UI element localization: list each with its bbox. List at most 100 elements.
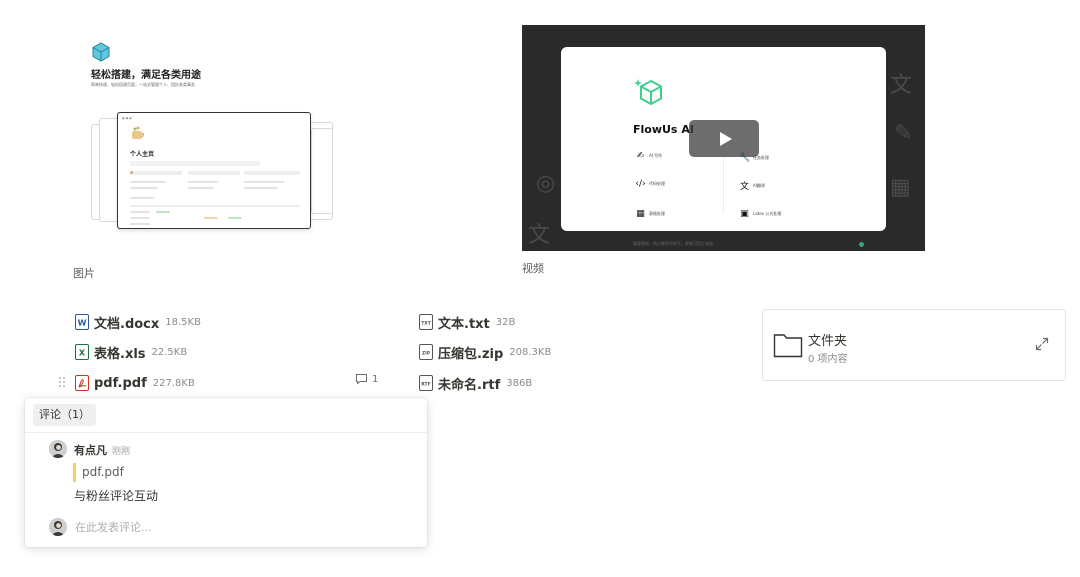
video-card-footer: 重要更新：防止最写作助手，更新可用工具链 xyxy=(633,241,713,246)
preview-col-1 xyxy=(130,171,182,175)
file-name: 文本.txt xyxy=(438,316,490,332)
avatar[interactable] xyxy=(49,440,67,458)
comment-author: 有点凡 xyxy=(74,444,107,457)
pdf-file-icon xyxy=(75,375,89,391)
rtf-file-icon: RTF xyxy=(419,375,433,391)
feature-latex: ▣ Latex 公式处理 xyxy=(739,209,781,219)
folder-icon xyxy=(773,334,803,358)
folder-item-count: 0 项内容 xyxy=(808,354,848,365)
preview-line xyxy=(156,211,170,213)
file-name: 压缩包.zip xyxy=(438,346,504,362)
comment-count-button[interactable]: 1 xyxy=(355,373,378,385)
comment-input[interactable] xyxy=(75,518,415,536)
feature-translate: 文 AI翻译 xyxy=(739,179,765,192)
file-zip[interactable]: ZIP 压缩包.zip 208.3KB xyxy=(419,342,551,362)
video-caption: 视频 xyxy=(522,262,544,275)
preview-dot xyxy=(130,171,133,174)
preview-window-main: ● ● ● 个人主页 xyxy=(117,112,311,229)
feature-label: 表格处理 xyxy=(649,211,665,216)
comment-count: 1 xyxy=(372,373,379,385)
comment-icon xyxy=(356,374,367,385)
file-xls[interactable]: X 表格.xls 22.5KB xyxy=(75,342,187,362)
comments-panel: 评论（1） 有点凡 刚刚 pdf.pdf 与粉丝评论互动 xyxy=(25,398,427,547)
grid-bg-icon: ▦ xyxy=(890,175,911,200)
file-size: 208.3KB xyxy=(509,346,552,358)
file-rtf[interactable]: RTF 未命名.rtf 386B xyxy=(419,373,532,393)
svg-text:X: X xyxy=(79,349,86,358)
preview-col-3 xyxy=(244,171,300,175)
comments-tab[interactable]: 评论（1） xyxy=(33,404,96,426)
preview-line xyxy=(130,205,300,207)
image-block[interactable]: 轻松搭建，满足各类用途 简单快速、轻松搭建页面，一站式管理个人、团队各类事务 ●… xyxy=(73,26,363,280)
feature-table: ▦ 表格处理 xyxy=(635,209,665,219)
file-size: 22.5KB xyxy=(151,346,188,358)
feature-code: ‹/› 代码处理 xyxy=(635,179,665,189)
table-icon: ▦ xyxy=(636,209,645,219)
preview-line xyxy=(228,217,242,219)
comment-text: 与粉丝评论互动 xyxy=(74,489,159,503)
expand-icon[interactable] xyxy=(1035,337,1049,351)
file-name: 表格.xls xyxy=(94,346,146,362)
file-name: pdf.pdf xyxy=(94,375,147,391)
feature-label: 代码处理 xyxy=(649,181,665,186)
svg-text:ZIP: ZIP xyxy=(422,351,431,357)
preview-line xyxy=(188,187,214,189)
preview-line xyxy=(204,217,218,219)
globe-bg-icon: ◎ xyxy=(536,171,556,196)
comments-divider xyxy=(25,432,427,433)
feature-label: AI 写作 xyxy=(649,153,663,158)
preview-note-bar xyxy=(130,161,260,166)
preview-window-back-right-2 xyxy=(311,128,333,214)
status-dot xyxy=(859,242,864,247)
user-avatar-icon xyxy=(49,518,67,536)
svg-text:RTF: RTF xyxy=(421,382,430,388)
video-card-title: FlowUs AI xyxy=(633,123,694,136)
preview-col-2 xyxy=(188,171,240,175)
user-avatar-icon xyxy=(49,440,67,458)
quote-bar xyxy=(73,463,76,482)
teacup-icon xyxy=(132,126,144,139)
feature-label: Latex 公式处理 xyxy=(753,211,782,216)
preview-window-dots: ● ● ● xyxy=(122,116,132,120)
svg-text:TXT: TXT xyxy=(421,321,432,327)
drag-handle-icon[interactable] xyxy=(58,376,66,388)
file-txt[interactable]: TXT 文本.txt 32B xyxy=(419,312,515,332)
feature-ai-writing: ✍ AI 写作 xyxy=(635,151,662,161)
preview-line xyxy=(188,181,218,183)
preview-line xyxy=(130,217,150,219)
flowus-cube-logo-icon xyxy=(634,79,662,106)
feature-label: AI翻译 xyxy=(753,182,765,188)
file-size: 32B xyxy=(495,316,516,328)
translate-bg-icon: 文 xyxy=(890,73,913,98)
svg-text:W: W xyxy=(78,319,87,328)
formula-icon: ▣ xyxy=(740,209,749,219)
word-file-icon: W xyxy=(75,314,89,330)
folder-name: 文件夹 xyxy=(808,334,848,349)
file-docx[interactable]: W 文档.docx 18.5KB xyxy=(75,312,201,332)
file-pdf[interactable]: pdf.pdf 227.8KB xyxy=(75,373,195,393)
preview-page-title: 个人主页 xyxy=(130,151,155,158)
edit-icon: ✍ xyxy=(636,151,645,161)
video-block[interactable]: 文 文 ◎ ▦ ✎ FlowUs AI ✍ AI 写作 🔧 任务处理 ‹/› 代… xyxy=(522,25,925,251)
comment-quote: pdf.pdf xyxy=(82,465,124,479)
file-name: 未命名.rtf xyxy=(438,377,501,393)
zip-file-icon: ZIP xyxy=(419,344,433,360)
translate-bg-icon: 文 xyxy=(528,223,551,248)
preview-line xyxy=(244,187,278,189)
file-size: 386B xyxy=(506,377,533,389)
comment-time: 刚刚 xyxy=(112,447,131,457)
play-button[interactable] xyxy=(689,120,759,157)
file-size: 227.8KB xyxy=(152,377,195,389)
preview-title: 轻松搭建，满足各类用途 xyxy=(91,70,201,81)
folder-card[interactable]: 文件夹 0 项内容 xyxy=(762,309,1066,381)
image-caption: 图片 xyxy=(73,267,95,280)
preview-line xyxy=(130,211,150,213)
file-size: 18.5KB xyxy=(165,316,201,328)
preview-line xyxy=(130,223,150,225)
avatar xyxy=(49,518,67,536)
cube-logo-icon xyxy=(92,42,110,62)
file-name: 文档.docx xyxy=(94,316,160,332)
preview-line xyxy=(130,187,158,189)
play-icon xyxy=(719,131,732,146)
preview-line xyxy=(130,181,166,183)
